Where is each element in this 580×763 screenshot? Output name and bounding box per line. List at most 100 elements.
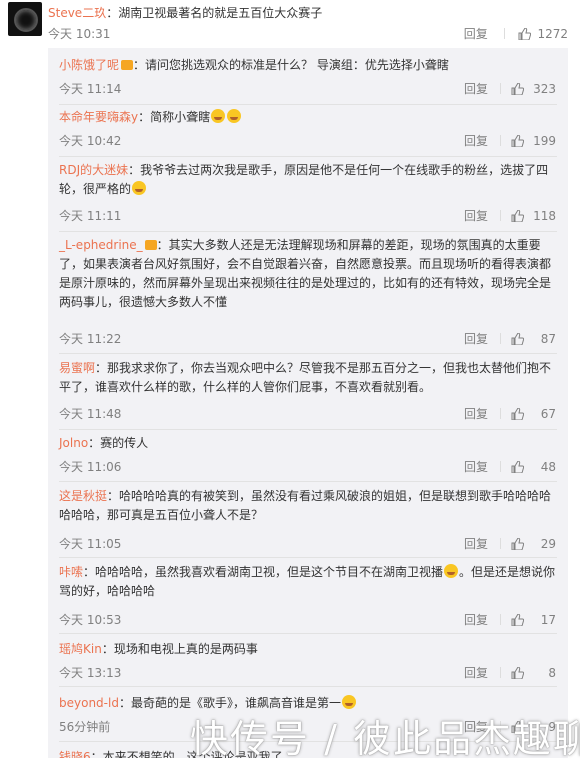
cat-emoji-icon — [211, 109, 226, 123]
reply-text: _L-ephedrine_ ：其实大多数人还是无法理解现场和屏幕的差距，现场的氛围… — [59, 236, 557, 312]
reply-text: 易蜜啊：那我求求你了，你去当观众吧中么？尽管我不是那五百分之一，但我也太替他们抱… — [59, 359, 557, 397]
avatar-image — [14, 8, 38, 32]
like-count: 8 — [548, 666, 556, 680]
reply-time: 今天 13:13 — [59, 666, 122, 680]
avatar[interactable] — [8, 2, 42, 36]
like-count: 17 — [540, 613, 556, 627]
divider — [59, 633, 557, 634]
reply-content: ：哈哈哈哈，虽然我喜欢看湖南卫视，但是这个节目不在湖南卫视播 — [83, 565, 444, 579]
laughing-emoji-icon — [227, 109, 242, 123]
reply-actions: 回复 8 — [464, 664, 556, 681]
reply-content: ：那我求求你了，你去当观众吧中么？尽管我不是那五百分之一，但我也太替他们抱不平了… — [59, 361, 552, 394]
thumbs-up-icon[interactable] — [511, 135, 524, 147]
reply-time: 今天 11:48 — [59, 407, 122, 421]
reply-text: 咔嗦：哈哈哈哈，虽然我喜欢看湖南卫视，但是这个节目不在湖南卫视播 。但是还是想说你… — [59, 563, 557, 601]
thumbs-up-icon[interactable] — [511, 83, 524, 95]
username-link[interactable]: Steve二玖 — [48, 6, 106, 20]
divider — [500, 538, 501, 549]
like-count: 87 — [540, 332, 556, 346]
thumbs-up-icon[interactable] — [511, 614, 524, 626]
reply-button[interactable]: 回复 — [464, 405, 500, 422]
reply-button[interactable]: 回复 — [464, 80, 500, 97]
username-link[interactable]: 小陈饿了呢 — [59, 58, 119, 72]
username-link[interactable]: beyond-ld — [59, 696, 119, 710]
reply-text: 瑶鸠Kin：现场和电视上真的是两码事 — [59, 640, 557, 659]
username-link[interactable]: _L-ephedrine_ — [59, 238, 143, 252]
divider — [59, 686, 557, 687]
username-link[interactable]: 这是秋挺 — [59, 489, 107, 503]
divider — [500, 614, 501, 625]
divider — [503, 28, 505, 39]
reply-button[interactable]: 回复 — [464, 611, 500, 628]
reply-content: ：简称小聋瞎 — [138, 110, 211, 124]
thumbs-up-icon[interactable] — [511, 667, 524, 679]
reply-text: Jolno：赛的传人 — [59, 434, 557, 453]
reply-button[interactable]: 回复 — [464, 664, 500, 681]
top-comment: Steve二玖：湖南卫视最著名的就是五百位大众赛子 今天 10:31 回复 12… — [0, 0, 580, 48]
username-link[interactable]: 瑶鸠Kin — [59, 642, 102, 656]
divider — [59, 481, 557, 482]
divider — [59, 231, 557, 232]
username-link[interactable]: 易蜜啊 — [59, 361, 95, 375]
reply-time: 今天 10:53 — [59, 613, 122, 627]
reply-content: ：请问您挑选观众的标准是什么？ 导演组：优先选择小聋瞎 — [133, 58, 449, 72]
like-count: 67 — [540, 407, 556, 421]
username-link[interactable]: 咔嗦 — [59, 565, 83, 579]
thumbs-up-icon[interactable] — [511, 461, 524, 473]
reply-actions: 回复 323 — [464, 80, 556, 97]
username-link[interactable]: 钱晓6 — [59, 750, 91, 758]
username-link[interactable]: 本命年要嗨森y — [59, 110, 138, 124]
reply-content: ：现场和电视上真的是两码事 — [101, 642, 258, 656]
divider — [500, 83, 501, 94]
reply-actions: 回复 67 — [464, 405, 556, 422]
comment-line: Steve二玖：湖南卫视最著名的就是五百位大众赛子 — [48, 4, 322, 21]
thumbs-up-icon[interactable] — [518, 28, 532, 40]
reply-button[interactable]: 回复 — [464, 458, 500, 475]
reply-time: 今天 11:22 — [59, 332, 122, 346]
vip-badge-icon — [144, 240, 157, 250]
thumbs-up-icon[interactable] — [511, 408, 524, 420]
divider — [59, 557, 557, 558]
divider — [500, 135, 501, 146]
like-count: 1272 — [537, 27, 568, 41]
like-count: 199 — [533, 134, 556, 148]
reply-text: 本命年要嗨森y：简称小聋瞎 — [59, 108, 557, 127]
username-link[interactable]: RDJ的大迷妹 — [59, 163, 128, 177]
reply-actions: 回复 48 — [464, 458, 556, 475]
laughing-emoji-icon — [341, 695, 356, 709]
reply-actions: 回复 118 — [464, 207, 556, 224]
reply-content: ：哈哈哈哈真的有被笑到，虽然没有看过乘风破浪的姐姐，但是联想到歌手哈哈哈哈哈哈哈… — [59, 489, 552, 522]
comment-actions: 回复 1272 — [464, 25, 568, 42]
vip-badge-icon — [121, 60, 134, 70]
like-count: 323 — [533, 82, 556, 96]
username-link[interactable]: Jolno — [59, 436, 88, 450]
divider — [500, 461, 501, 472]
thumbs-up-icon[interactable] — [511, 333, 524, 345]
reply-button[interactable]: 回复 — [464, 330, 500, 347]
reply-time: 今天 11:11 — [59, 209, 122, 223]
divider — [59, 156, 557, 157]
divider — [500, 408, 501, 419]
reply-time: 56分钟前 — [59, 720, 111, 734]
laughing-emoji-icon — [444, 564, 459, 578]
comment-time: 今天 10:31 — [48, 27, 111, 41]
reply-button[interactable]: 回复 — [464, 207, 500, 224]
reply-button[interactable]: 回复 — [464, 535, 500, 552]
divider — [500, 333, 501, 344]
reply-button[interactable]: 回复 — [464, 132, 500, 149]
smile-emoji-icon — [132, 181, 147, 195]
divider — [500, 210, 501, 221]
reply-time: 今天 11:14 — [59, 82, 122, 96]
like-count: 118 — [533, 209, 556, 223]
thumbs-up-icon[interactable] — [511, 538, 524, 550]
comment-text: ：湖南卫视最著名的就是五百位大众赛子 — [106, 6, 323, 20]
reply-time: 今天 11:05 — [59, 537, 122, 551]
watermark-text: 快传号 / 彼此品杰趣聊 — [190, 717, 580, 761]
reply-list: 小陈饿了呢 ：请问您挑选观众的标准是什么？ 导演组：优先选择小聋瞎 今天 11:1… — [48, 48, 568, 758]
like-count: 29 — [540, 537, 556, 551]
reply-actions: 回复 17 — [464, 611, 556, 628]
like-count: 48 — [540, 460, 556, 474]
thumbs-up-icon[interactable] — [511, 210, 524, 222]
reply-button[interactable]: 回复 — [464, 25, 500, 42]
divider — [59, 353, 557, 354]
